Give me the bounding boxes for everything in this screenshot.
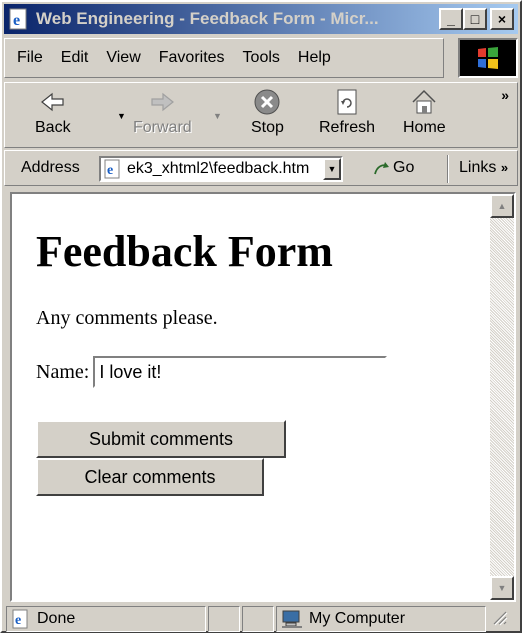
- status-panel-1: [208, 606, 240, 632]
- name-field[interactable]: I love it!: [93, 356, 388, 388]
- page-content: Feedback Form Any comments please. Name:…: [14, 196, 490, 598]
- svg-text:e: e: [15, 613, 21, 628]
- home-icon: [412, 89, 436, 114]
- page-title: Feedback Form: [36, 227, 333, 276]
- menu-tools[interactable]: Tools: [243, 49, 280, 67]
- minimize-button[interactable]: _: [439, 8, 463, 30]
- window-title: Web Engineering - Feedback Form - Micr..…: [36, 9, 379, 28]
- page-icon: e: [104, 159, 120, 179]
- refresh-button[interactable]: Refresh: [319, 87, 375, 145]
- forward-button[interactable]: Forward: [133, 87, 192, 145]
- svg-text:e: e: [107, 163, 113, 178]
- status-bar: e Done My Computer: [6, 606, 520, 632]
- maximize-button[interactable]: □: [463, 8, 487, 30]
- menu-bar: File Edit View Favorites Tools Help: [4, 38, 444, 78]
- address-bar: Address e ek3_xhtml2\feedback.htm ▼ Go L…: [4, 150, 518, 186]
- forward-label: Forward: [133, 119, 192, 136]
- forward-arrow-icon: [151, 92, 175, 112]
- address-dropdown-icon[interactable]: ▼: [323, 158, 341, 180]
- home-label: Home: [403, 119, 446, 136]
- scroll-down-icon[interactable]: ▼: [490, 576, 514, 600]
- name-row: Name: I love it!: [36, 356, 490, 388]
- submit-button[interactable]: Submit comments: [36, 420, 286, 458]
- standard-toolbar: Back ▼ Forward ▼ Stop Refresh Home »: [4, 82, 518, 148]
- links-button[interactable]: Links »: [459, 159, 508, 177]
- menu-view[interactable]: View: [106, 49, 140, 67]
- status-panel-2: [242, 606, 274, 632]
- intro-text: Any comments please.: [36, 307, 218, 329]
- title-bar[interactable]: e Web Engineering - Feedback Form - Micr…: [4, 4, 518, 34]
- back-dropdown-icon[interactable]: ▼: [117, 111, 126, 121]
- links-label: Links: [459, 159, 497, 176]
- status-main: e Done: [6, 606, 206, 632]
- back-arrow-icon: [40, 92, 64, 112]
- stop-label: Stop: [251, 119, 284, 136]
- stop-button[interactable]: Stop: [251, 87, 284, 145]
- menu-favorites[interactable]: Favorites: [159, 49, 225, 67]
- clear-button[interactable]: Clear comments: [36, 458, 264, 496]
- page-done-icon: e: [12, 609, 28, 629]
- status-text: Done: [37, 610, 76, 627]
- my-computer-icon: [282, 610, 302, 628]
- zone-label: My Computer: [309, 610, 406, 627]
- close-button[interactable]: ×: [490, 8, 514, 30]
- toolbar-more-chevron-icon[interactable]: »: [501, 87, 509, 103]
- refresh-icon: [337, 89, 357, 115]
- links-chevron-icon: »: [500, 160, 509, 175]
- back-label: Back: [35, 119, 71, 136]
- security-zone: My Computer: [276, 606, 486, 632]
- stop-icon: [254, 89, 280, 115]
- content-frame: Feedback Form Any comments please. Name:…: [10, 192, 516, 602]
- svg-text:e: e: [13, 12, 20, 29]
- go-label: Go: [393, 159, 415, 176]
- scroll-up-icon[interactable]: ▲: [490, 194, 514, 218]
- menu-file[interactable]: File: [17, 49, 43, 67]
- forward-dropdown-icon[interactable]: ▼: [213, 111, 222, 121]
- browser-window: e Web Engineering - Feedback Form - Micr…: [0, 0, 522, 633]
- address-value: ek3_xhtml2\feedback.htm: [127, 160, 310, 177]
- home-button[interactable]: Home: [403, 87, 446, 145]
- resize-grip-icon[interactable]: [488, 606, 508, 628]
- vertical-scrollbar[interactable]: ▲ ▼: [490, 194, 514, 600]
- windows-logo-icon: [458, 38, 518, 78]
- links-separator: [447, 155, 449, 183]
- address-input[interactable]: e ek3_xhtml2\feedback.htm ▼: [99, 156, 343, 182]
- ie-page-icon: e: [9, 8, 27, 30]
- address-label: Address: [21, 159, 80, 176]
- name-label: Name:: [36, 360, 90, 383]
- go-arrow-icon: [374, 162, 389, 175]
- menu-help[interactable]: Help: [298, 49, 331, 67]
- menu-edit[interactable]: Edit: [61, 49, 89, 67]
- go-button[interactable]: Go: [373, 159, 414, 177]
- refresh-label: Refresh: [319, 119, 376, 136]
- back-button[interactable]: Back: [35, 87, 71, 145]
